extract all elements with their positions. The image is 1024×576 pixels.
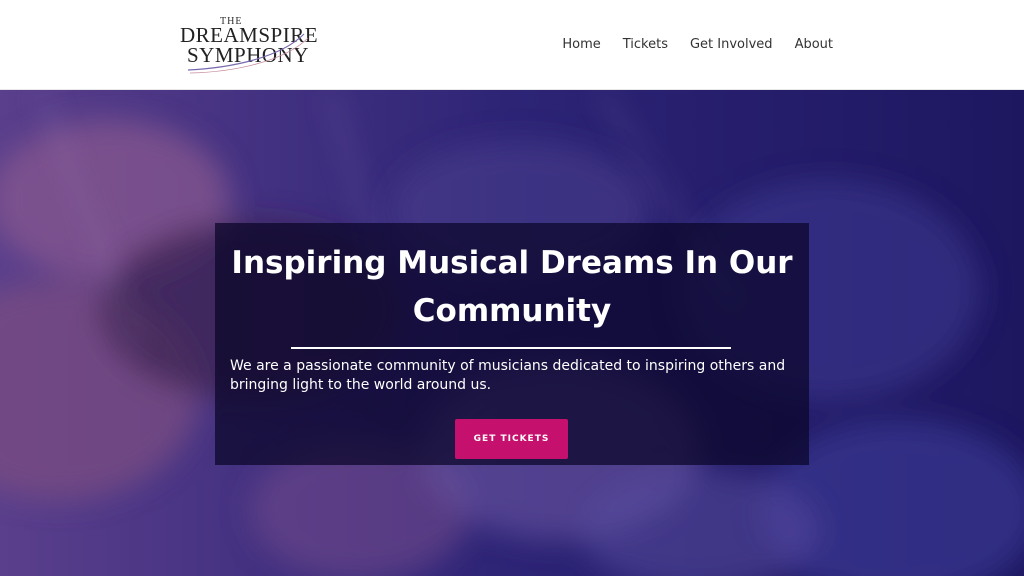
main-nav: Home Tickets Get Involved About (562, 37, 833, 52)
site-header: THE DREAMSPIRE SYMPHONY Home Tickets Get… (0, 0, 1024, 90)
get-tickets-button[interactable]: GET TICKETS (455, 419, 568, 459)
hero-overlay: Inspiring Musical Dreams In Our Communit… (215, 223, 809, 465)
nav-get-involved[interactable]: Get Involved (690, 37, 773, 52)
logo-swoosh-icon (187, 33, 309, 74)
nav-about[interactable]: About (795, 37, 833, 52)
hero-title: Inspiring Musical Dreams In Our Communit… (231, 245, 793, 329)
nav-tickets[interactable]: Tickets (623, 37, 668, 52)
hero-section: Inspiring Musical Dreams In Our Communit… (0, 90, 1024, 576)
logo[interactable]: THE DREAMSPIRE SYMPHONY (180, 14, 318, 74)
hero-description: We are a passionate community of musicia… (230, 358, 786, 393)
nav-home[interactable]: Home (562, 37, 600, 52)
hero-divider (291, 347, 731, 349)
